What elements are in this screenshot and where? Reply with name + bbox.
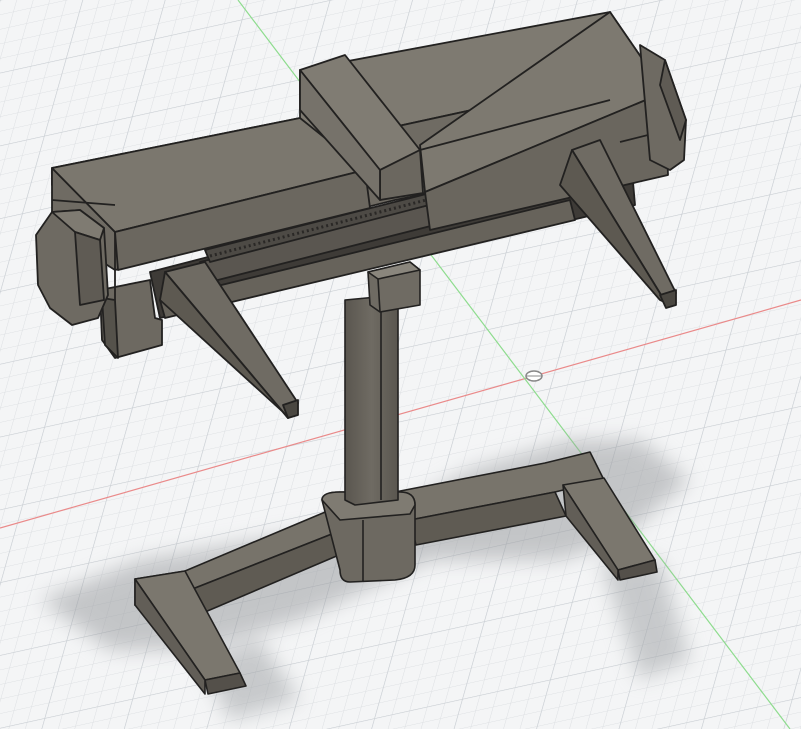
origin-marker-icon[interactable] [525,370,543,382]
model-scene[interactable] [0,0,801,729]
3d-viewport-canvas[interactable] [0,0,801,729]
